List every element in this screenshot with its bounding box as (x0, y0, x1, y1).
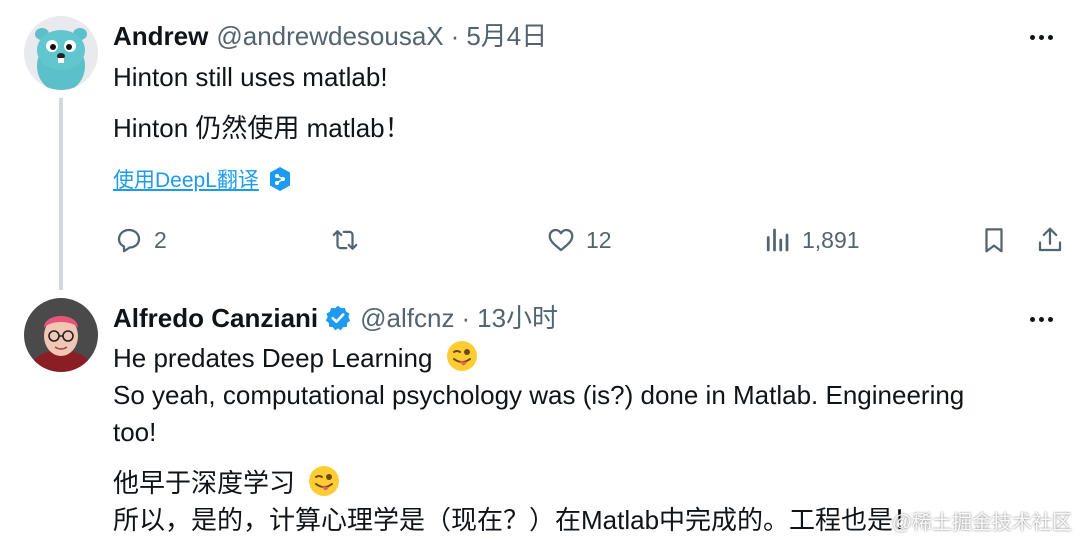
share-button[interactable] (1035, 222, 1065, 258)
author-name[interactable]: Andrew (113, 20, 208, 52)
retweet-icon (332, 230, 358, 250)
winking-tongue-emoji (309, 466, 340, 496)
views-count: 1,891 (802, 226, 860, 253)
reply-count: 2 (154, 226, 167, 253)
bookmark-button[interactable] (979, 222, 1009, 258)
separator-dot: · (461, 303, 471, 333)
translate-link-label: 使用DeepL翻译 (113, 169, 259, 192)
tweet-text-line: He predates Deep Learning (113, 340, 478, 377)
thread-connector-line (59, 98, 63, 290)
views-icon (766, 228, 789, 252)
tweet-header: Andrew @andrewdesousaX · 5月4日 (113, 20, 547, 52)
author-name[interactable]: Alfredo Canziani (113, 302, 318, 334)
author-handle[interactable]: @alfcnz (360, 302, 454, 334)
gopher-avatar-image (24, 16, 98, 90)
more-options-button[interactable] (1024, 302, 1058, 336)
share-icon (1038, 227, 1062, 252)
avatar-andrew[interactable] (24, 16, 98, 90)
winking-tongue-emoji (446, 341, 477, 371)
reply-icon (117, 228, 141, 253)
reply-button[interactable]: 2 (114, 222, 167, 258)
tweet-text-line2: So yeah, computational psychology was (i… (113, 380, 965, 410)
watermark: @稀土掘金技术社区 (891, 512, 1072, 534)
translated-text: Hinton 仍然使用 matlab！ (113, 113, 411, 143)
more-icon (1029, 34, 1035, 40)
tweet-timestamp[interactable]: 5月4日 (466, 20, 547, 52)
translated-text-line2: 所以，是的，计算心理学是（现在？）在Matlab中完成的。工程也是！ (113, 505, 920, 535)
views-button[interactable]: 1,891 (762, 222, 860, 258)
more-icon (1029, 316, 1035, 322)
translated-text-line1: 他早于深度学习 (113, 468, 296, 498)
separator-dot: · (450, 21, 460, 51)
avatar-alfredo[interactable] (24, 298, 98, 372)
more-options-button[interactable] (1024, 20, 1058, 54)
like-count: 12 (586, 226, 612, 253)
tweet-text-line1: He predates Deep Learning (113, 343, 433, 373)
translate-link[interactable]: 使用DeepL翻译 (113, 164, 293, 194)
verified-badge-icon (325, 305, 351, 331)
deepl-icon (269, 167, 290, 191)
like-button[interactable]: 12 (546, 222, 612, 258)
tweet-text-line3: too! (113, 417, 157, 447)
bookmark-icon (985, 228, 1003, 253)
alfredo-avatar-image (24, 298, 98, 372)
author-handle[interactable]: @andrewdesousaX (216, 20, 443, 52)
tweet-header: Alfredo Canziani @alfcnz · 13小时 (113, 302, 558, 334)
tweet-timestamp[interactable]: 13小时 (477, 302, 558, 334)
tweet-text: Hinton still uses matlab! (113, 62, 388, 92)
like-icon (548, 228, 574, 252)
translated-text-line: 他早于深度学习 (113, 465, 340, 502)
retweet-button[interactable] (330, 222, 370, 258)
